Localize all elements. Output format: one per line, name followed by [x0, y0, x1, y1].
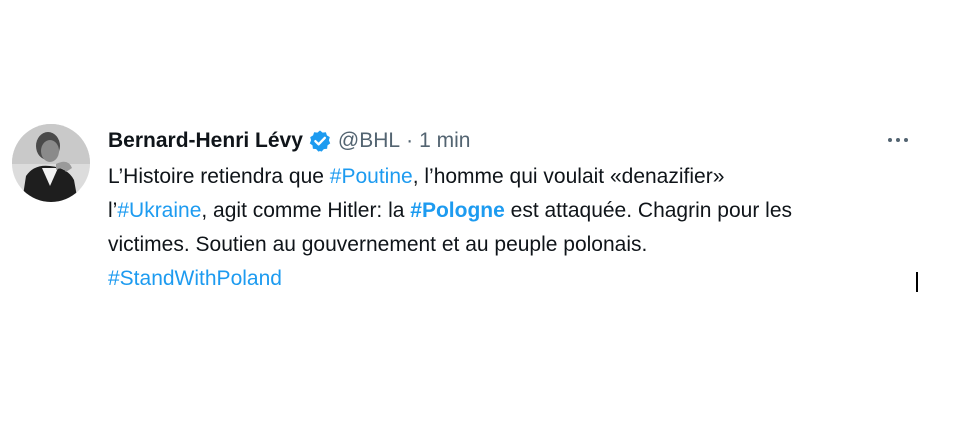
tweet-timestamp[interactable]: 1 min [419, 129, 470, 153]
tweet-text-line: #StandWithPoland [108, 262, 928, 296]
avatar[interactable] [12, 124, 90, 202]
header-separator: · [406, 129, 414, 152]
tweet-header: Bernard-Henri Lévy @BHL · 1 min [108, 126, 470, 156]
tweet-text-line: l’#Ukraine, agit comme Hitler: la #Polog… [108, 194, 928, 228]
text-segment: est attaquée. Chagrin pour les [504, 199, 792, 222]
avatar-photo [12, 124, 90, 202]
text-segment: victimes. Soutien au gouvernement et au … [108, 233, 648, 256]
text-segment: L’Histoire retiendra que [108, 165, 330, 188]
tweet-text-line: L’Histoire retiendra que #Poutine, l’hom… [108, 160, 928, 194]
hashtag-standwithpoland[interactable]: #StandWithPoland [108, 267, 282, 290]
hashtag-pologne[interactable]: #Pologne [410, 199, 505, 222]
text-cursor [916, 272, 918, 292]
tweet[interactable]: Bernard-Henri Lévy @BHL · 1 min L’Histoi… [0, 0, 972, 448]
tweet-text-line: victimes. Soutien au gouvernement et au … [108, 228, 928, 262]
hashtag-poutine[interactable]: #Poutine [330, 165, 413, 188]
text-segment: , l’homme qui voulait «denazifier» [412, 165, 725, 188]
more-options-icon[interactable] [880, 128, 916, 152]
tweet-text: L’Histoire retiendra que #Poutine, l’hom… [108, 160, 928, 296]
hashtag-ukraine[interactable]: #Ukraine [117, 199, 201, 222]
text-segment: l’ [108, 199, 118, 222]
text-segment: , agit comme Hitler: la [201, 199, 411, 222]
author-display-name[interactable]: Bernard-Henri Lévy [108, 129, 303, 153]
verified-badge-icon [308, 129, 332, 153]
author-handle[interactable]: @BHL [338, 129, 400, 153]
